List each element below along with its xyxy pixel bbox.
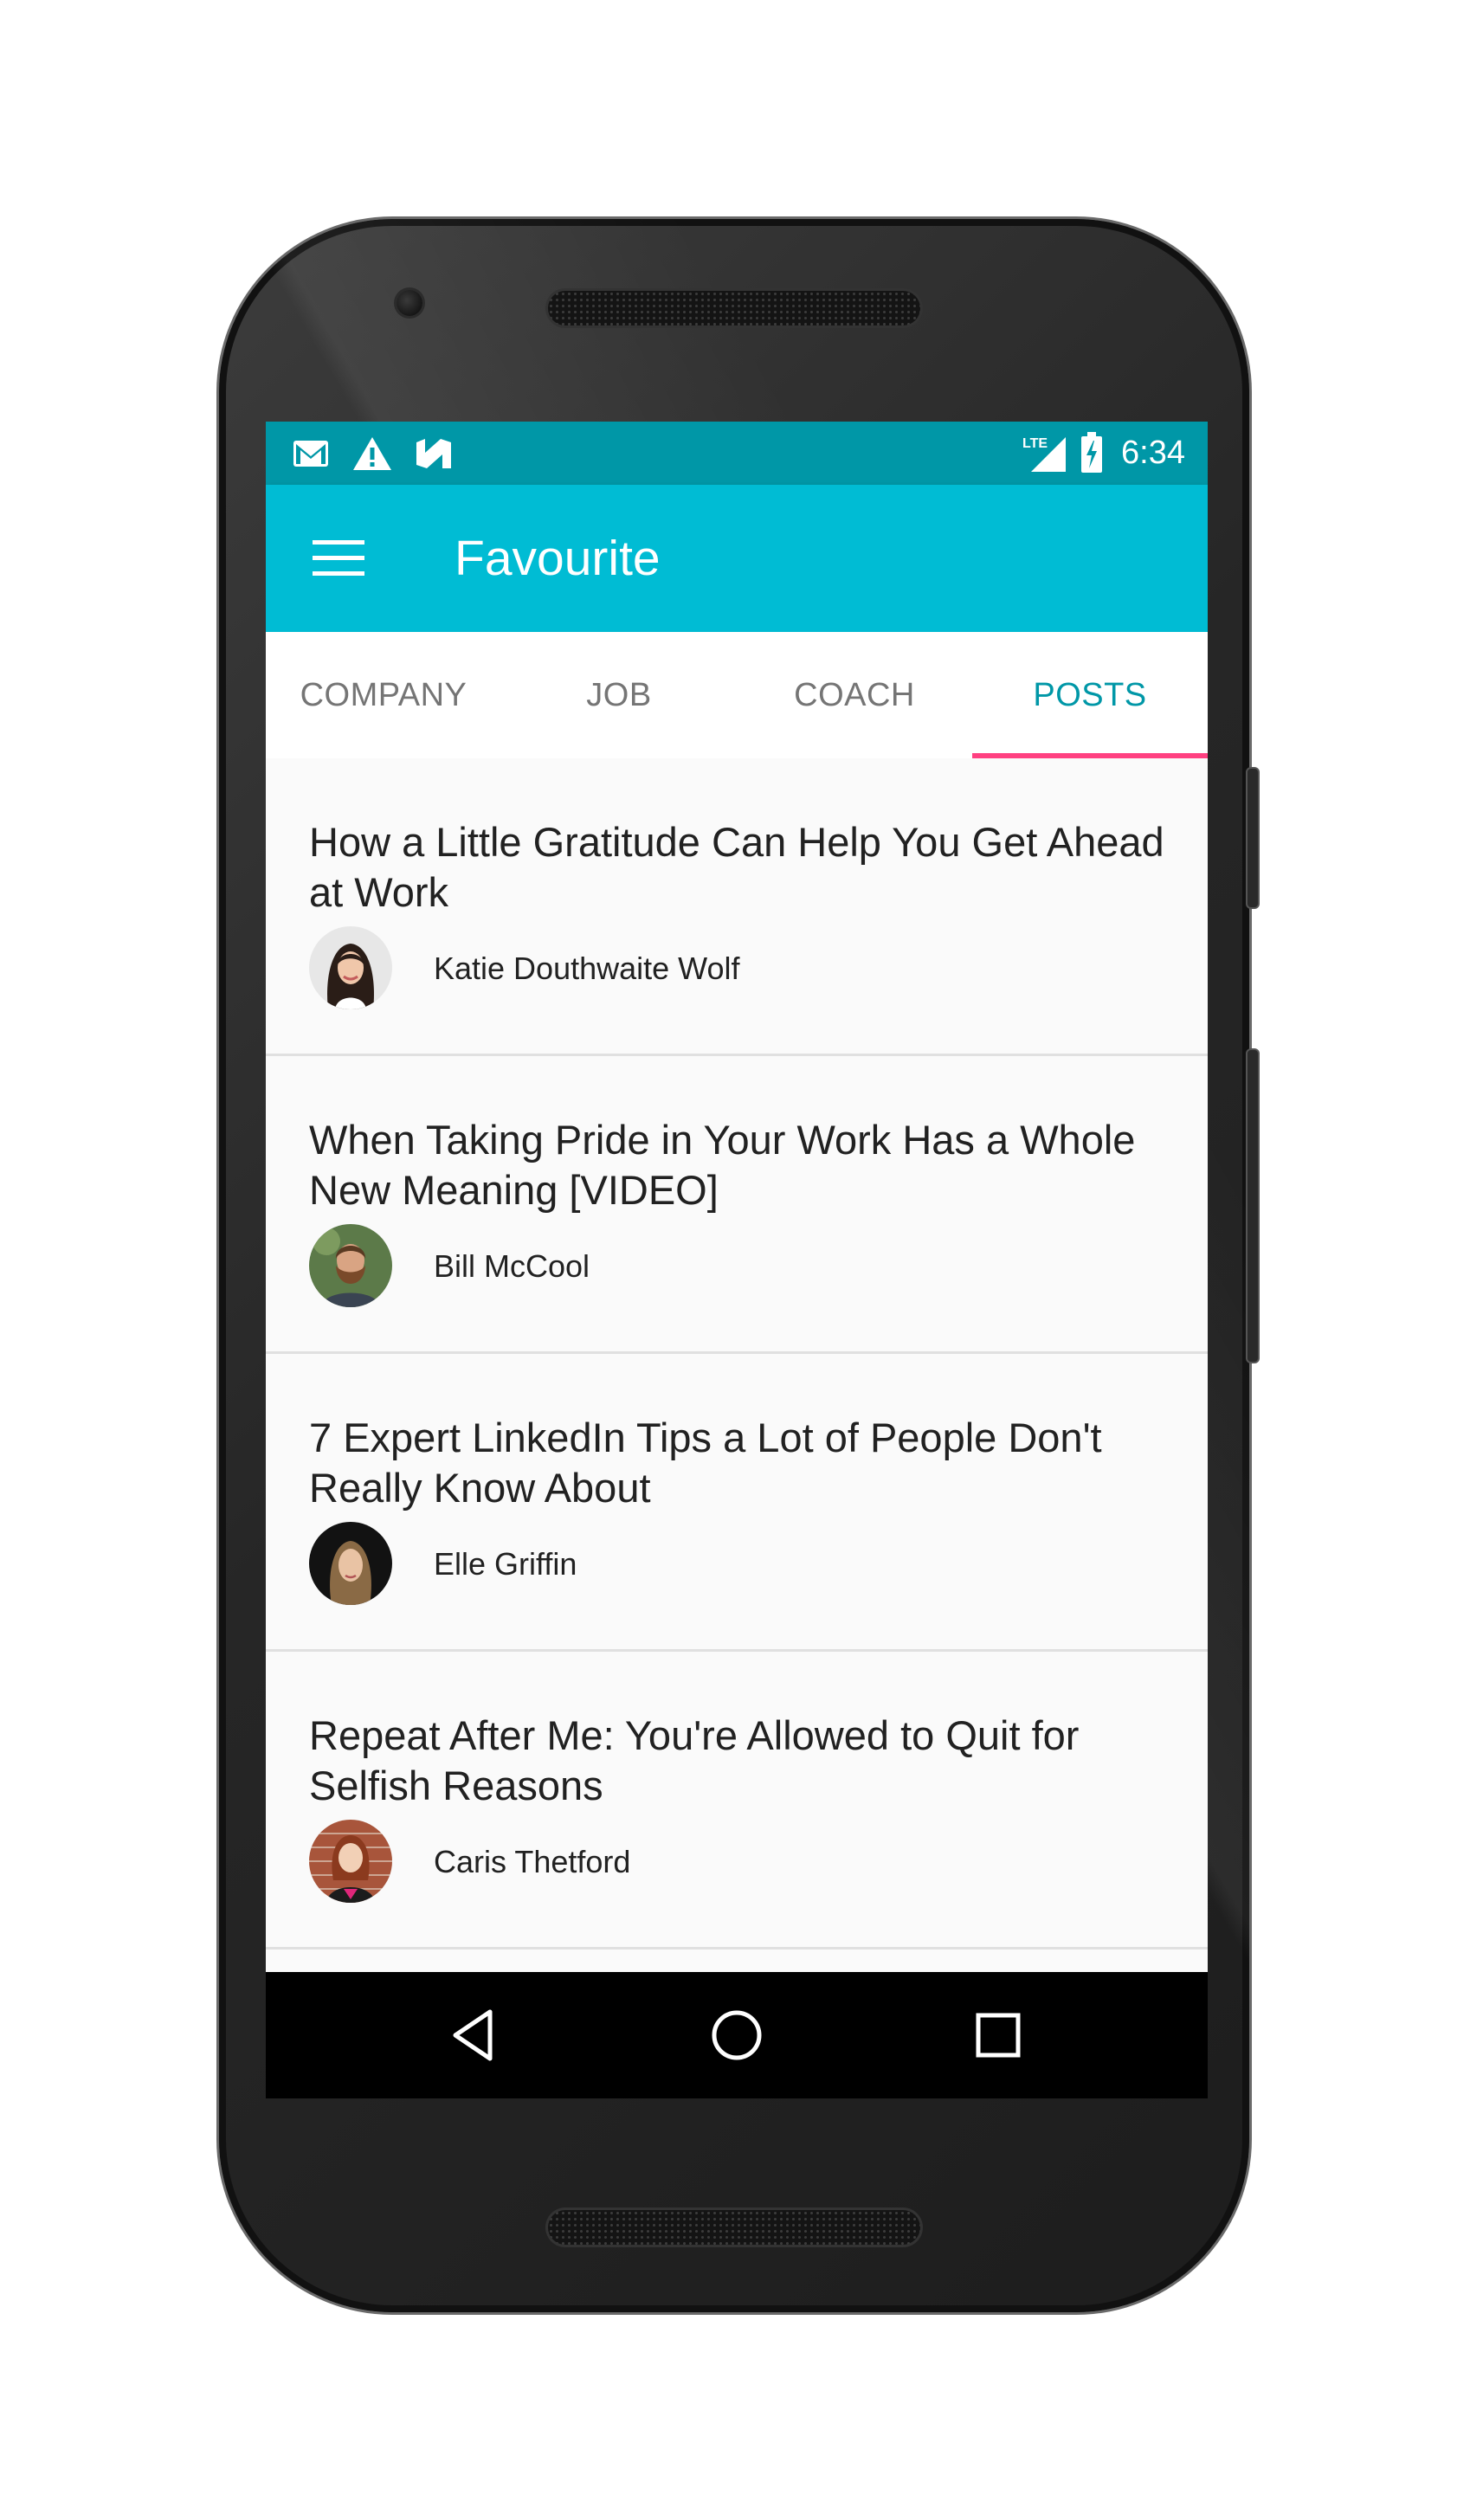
avatar-icon <box>309 1522 392 1605</box>
status-bar: LTE 6:34 <box>266 422 1208 485</box>
back-icon[interactable] <box>445 2005 506 2066</box>
list-item[interactable]: Repeat After Me: You're Allowed to Quit … <box>266 1652 1208 1950</box>
signal-icon: LTE <box>1022 436 1067 472</box>
system-nav-bar <box>266 1972 1208 2098</box>
phone-screen: LTE 6:34 Favourite COMPANY JOB COACH POS… <box>266 422 1208 2098</box>
avatar-icon <box>309 1820 392 1903</box>
top-speaker <box>548 291 920 325</box>
bottom-speaker <box>548 2210 920 2245</box>
home-icon[interactable] <box>706 2005 767 2066</box>
list-item[interactable]: 7 Expert LinkedIn Tips a Lot of People D… <box>266 1354 1208 1652</box>
avatar-icon <box>309 1224 392 1307</box>
list-item[interactable]: How a Little Gratitude Can Help You Get … <box>266 758 1208 1056</box>
app-bar: Favourite <box>266 485 1208 632</box>
battery-charging-icon <box>1081 432 1103 473</box>
front-camera <box>397 290 422 316</box>
post-title: 7 Expert LinkedIn Tips a Lot of People D… <box>309 1415 1102 1511</box>
post-author: Katie Douthwaite Wolf <box>434 951 740 986</box>
tab-posts[interactable]: POSTS <box>972 632 1208 758</box>
gmail-icon <box>293 441 328 467</box>
tab-bar: COMPANY JOB COACH POSTS <box>266 632 1208 758</box>
avatar-icon <box>309 926 392 1009</box>
post-title: When Taking Pride in Your Work Has a Who… <box>309 1117 1136 1213</box>
list-item[interactable]: When Taking Pride in Your Work Has a Who… <box>266 1056 1208 1354</box>
post-author: Caris Thetford <box>434 1844 631 1879</box>
page-title: Favourite <box>455 531 661 586</box>
n-notification-icon <box>416 439 451 468</box>
warning-icon <box>353 437 391 470</box>
tab-coach[interactable]: COACH <box>737 632 972 758</box>
tab-company[interactable]: COMPANY <box>266 632 501 758</box>
post-author: Elle Griffin <box>434 1546 577 1582</box>
tab-job[interactable]: JOB <box>501 632 737 758</box>
post-title: How a Little Gratitude Can Help You Get … <box>309 819 1164 915</box>
post-title: Repeat After Me: You're Allowed to Quit … <box>309 1712 1080 1808</box>
posts-list: How a Little Gratitude Can Help You Get … <box>266 758 1208 1950</box>
recents-icon[interactable] <box>968 2005 1028 2066</box>
notification-icons <box>292 434 453 474</box>
network-type: LTE <box>1022 436 1048 451</box>
volume-button <box>1248 1050 1258 1362</box>
power-button <box>1248 769 1258 907</box>
hamburger-menu-icon[interactable] <box>313 540 364 577</box>
status-time: 6:34 <box>1121 434 1185 471</box>
system-status-icons: LTE 6:34 <box>1022 430 1185 475</box>
post-author: Bill McCool <box>434 1248 590 1284</box>
